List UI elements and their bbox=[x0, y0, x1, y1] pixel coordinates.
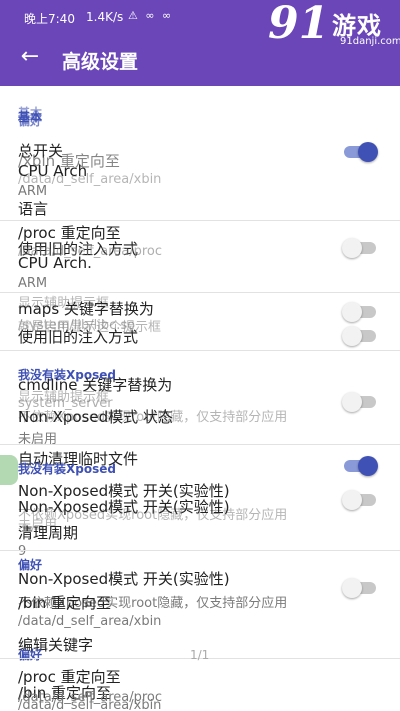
non-xposed-switch-label-2: Non-Xposed模式 开关(实验性) bbox=[18, 498, 230, 516]
back-arrow-icon[interactable]: ← bbox=[16, 44, 44, 72]
cpu-arch-label-2: CPU Arch. bbox=[18, 254, 92, 272]
cpu-arch-label: CPU Arch bbox=[18, 162, 88, 180]
section-header-pref-overlap: 偏好 bbox=[18, 114, 43, 128]
divider bbox=[0, 550, 400, 551]
section-header-pref-2: 偏好 bbox=[18, 648, 43, 662]
divider bbox=[0, 444, 400, 445]
language-label[interactable]: 语言 bbox=[18, 198, 48, 219]
maps-toggle[interactable] bbox=[342, 300, 378, 322]
non-xposed-toggle[interactable] bbox=[342, 488, 378, 510]
logo-number: 91 bbox=[268, 0, 330, 49]
divider bbox=[0, 220, 400, 221]
non-xposed-toggle-2[interactable] bbox=[342, 576, 378, 598]
bin-path-value: /data/d_self_area/xbin bbox=[18, 614, 162, 629]
old-inject-toggle[interactable] bbox=[342, 236, 378, 258]
page-indicator: 1/1 bbox=[190, 648, 210, 662]
status-speed: 1.4K/s bbox=[86, 10, 124, 24]
cmdline-toggle[interactable] bbox=[342, 390, 378, 412]
cmdline-replace-label[interactable]: cmdline 关键字替换为 bbox=[18, 374, 172, 395]
auto-clean-toggle[interactable] bbox=[342, 454, 378, 476]
status-icons: ⚠ ∞ ∞ bbox=[128, 9, 174, 22]
logo-site: 91danji.com bbox=[340, 36, 400, 47]
page-title: 高级设置 bbox=[62, 51, 139, 73]
bin-redirect-label[interactable]: /bin 重定向至 bbox=[18, 592, 111, 613]
screen: 晚上7:40 1.4K/s ⚠ ∞ ∞ ← 高级设置 91 游戏 91danji… bbox=[0, 0, 400, 711]
master-switch-toggle[interactable] bbox=[342, 140, 378, 162]
side-tab-handle[interactable] bbox=[0, 455, 18, 485]
divider bbox=[0, 350, 400, 351]
old-inject-label-2: 使用旧的注入方式 bbox=[18, 328, 139, 346]
master-switch-label: 总开关 bbox=[18, 142, 64, 160]
section-header-no-xposed-2: 我没有装Xposed bbox=[18, 462, 116, 476]
divider bbox=[0, 292, 400, 293]
non-xposed-status-label: Non-Xposed模式 状态 bbox=[18, 408, 173, 426]
clean-period-label[interactable]: 清理周期 bbox=[18, 522, 78, 543]
watermark-logo: 91 游戏 91danji.com bbox=[268, 0, 400, 49]
old-inject-toggle-2[interactable] bbox=[342, 324, 378, 346]
maps-replace-label[interactable]: maps 关键字替换为 bbox=[18, 298, 154, 319]
settings-list: 基本 偏好 总开关 CPU Arch ARM 语言 /proc 重定向至 使用旧… bbox=[0, 86, 400, 711]
cpu-arch-value-2: ARM bbox=[18, 276, 48, 291]
status-time: 晚上7:40 bbox=[24, 12, 75, 26]
bin-path-value-2: /data/d_self_area/xbin bbox=[18, 698, 162, 711]
cpu-arch-value: ARM bbox=[18, 184, 48, 199]
non-xposed-switch-label-3: Non-Xposed模式 开关(实验性) bbox=[18, 570, 230, 588]
